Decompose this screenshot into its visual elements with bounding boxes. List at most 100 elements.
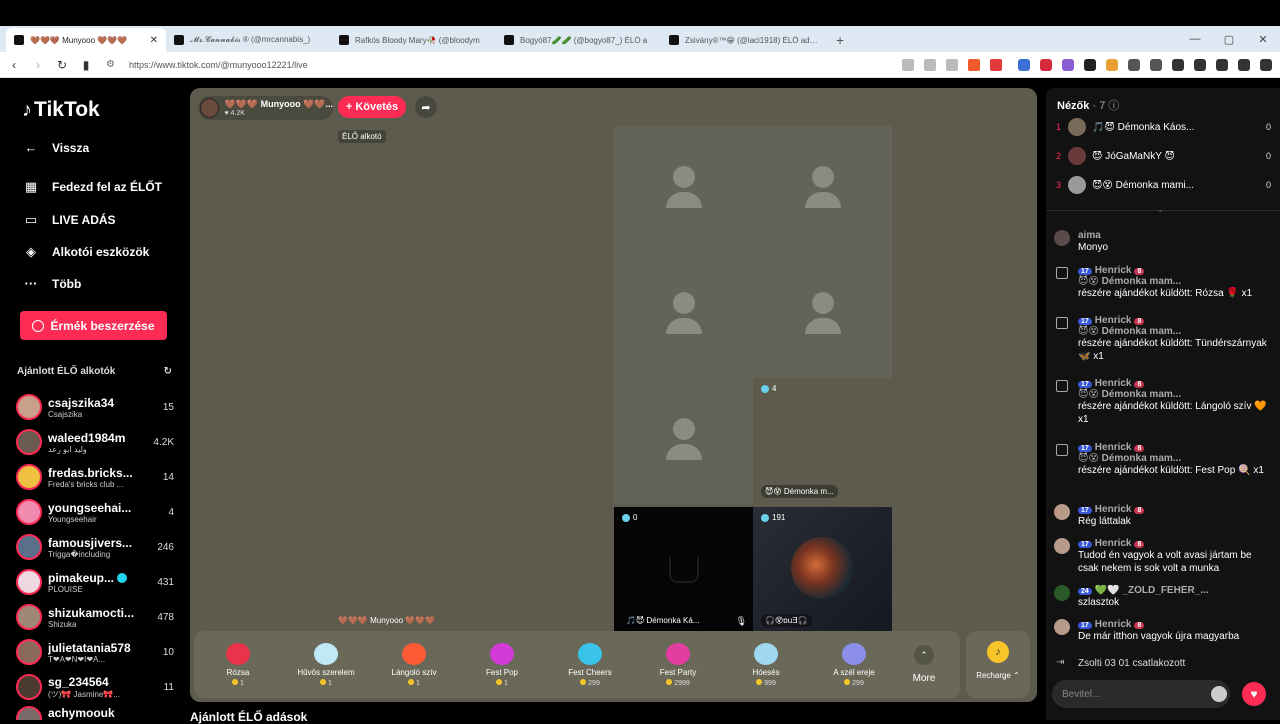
info-icon[interactable]: ⓘ xyxy=(1108,100,1119,112)
close-tab-icon[interactable]: ✕ xyxy=(150,35,158,46)
more-gifts-button[interactable]: ⌃ More xyxy=(898,645,950,684)
browser-tab[interactable]: 𝓜𝓻.𝓒𝓪𝓷𝓷𝓪𝓫𝓲𝓼 ® (@mrcannabis_) xyxy=(166,28,331,52)
creator-item[interactable]: famousjivers... Trigga�including 246 xyxy=(16,531,174,563)
vpn-icon[interactable] xyxy=(1238,59,1250,71)
creator-item[interactable]: waleed1984m وليد ابو رعد 4.2K xyxy=(16,426,174,458)
empty-guest-slot[interactable] xyxy=(614,378,753,504)
empty-guest-slot[interactable] xyxy=(753,252,892,378)
viewer-count: 14 xyxy=(162,471,174,483)
menu-more[interactable]: ··· Több xyxy=(22,276,82,291)
creator-item[interactable]: pimakeup... PLOUISE 431 xyxy=(16,566,174,598)
chat-username[interactable]: aima xyxy=(1078,230,1272,241)
browser-tab[interactable]: Bogyó87🥒🥒 (@bogyo87_) ÉLŐ a xyxy=(496,28,661,52)
gift-item[interactable]: Fest Pop 1 xyxy=(458,642,546,687)
tiktok-logo[interactable]: ♪ TikTok xyxy=(22,98,100,122)
site-settings-icon[interactable]: ⚙ xyxy=(106,59,115,70)
creator-item[interactable]: julietatania578 T❤A❤N❤I❤A... 10 xyxy=(16,636,174,668)
warning-icon[interactable] xyxy=(990,59,1002,71)
chat-username[interactable]: 17 Henrick 8 xyxy=(1078,504,1272,515)
gift-item[interactable]: Fest Party 2999 xyxy=(634,642,722,687)
chevron-down-icon[interactable]: ⌄ xyxy=(1157,205,1164,214)
new-tab-button[interactable]: + xyxy=(826,28,854,52)
gift-item[interactable]: Hűvös szerelem 1 xyxy=(282,642,370,687)
coin-icon xyxy=(408,678,415,685)
logo-text: TikTok xyxy=(34,98,100,121)
menu-go-live[interactable]: ▭ LIVE ADÁS xyxy=(22,212,116,228)
close-window-icon[interactable]: ✕ xyxy=(1246,33,1280,46)
reload-icon[interactable]: ↻ xyxy=(52,58,72,72)
chat-username-text: Henrick xyxy=(1094,442,1132,453)
url-text[interactable]: https://www.tiktok.com/@munyooo12221/liv… xyxy=(129,60,308,70)
chat-username[interactable]: 17 Henrick 8 xyxy=(1078,538,1272,549)
recharge-button[interactable]: ♪ Recharge ⌃ xyxy=(966,631,1030,698)
guest-slot[interactable]: 4 😈😵 Démonka m... xyxy=(753,378,892,504)
creator-item[interactable]: csajszika34 Csajszika 15 xyxy=(16,391,174,423)
wind-power-gift-icon xyxy=(842,642,866,665)
browser-tab-active[interactable]: 🤎🤎🤎 Munyooo 🤎🤎🤎 ✕ xyxy=(6,28,166,52)
music-icon[interactable] xyxy=(1172,59,1184,71)
refresh-icon[interactable]: ↻ xyxy=(164,366,172,377)
chat-username[interactable]: 17 Henrick 8 xyxy=(1078,619,1272,630)
browser-tab[interactable]: Rafkós Bloody Mary🥀 (@bloodym xyxy=(331,28,496,52)
get-coins-button[interactable]: Érmék beszerzése xyxy=(20,311,167,340)
extension-icon[interactable] xyxy=(1128,59,1140,71)
chat-username[interactable]: 17 Henrick 8 xyxy=(1078,442,1272,453)
hls-icon[interactable] xyxy=(1062,59,1074,71)
creator-item[interactable]: youngseehai... Youngseehair 4 xyxy=(16,496,174,528)
extension-icon[interactable] xyxy=(1040,59,1052,71)
share-page-icon[interactable] xyxy=(946,59,958,71)
like-heart-icon[interactable]: ♥ xyxy=(1242,682,1266,706)
bookmark-icon[interactable]: ▮ xyxy=(76,58,96,72)
maximize-icon[interactable]: ▢ xyxy=(1212,33,1246,46)
empty-guest-slot[interactable] xyxy=(753,126,892,252)
extension-icon[interactable] xyxy=(1106,59,1118,71)
chat-username[interactable]: 24 💚🤍 _ZÖLD_FEHÉR_... xyxy=(1078,585,1272,596)
host-avatar[interactable] xyxy=(200,98,220,118)
chat-username[interactable]: 17 Henrick 8 xyxy=(1078,265,1272,276)
viewer-row[interactable]: 3 😈😵 Démonka mami... 0 xyxy=(1056,175,1271,195)
emoji-icon[interactable] xyxy=(1211,686,1227,702)
chat-username-text: Henrick xyxy=(1094,378,1132,389)
shield-icon[interactable] xyxy=(968,59,980,71)
zoom-icon[interactable] xyxy=(924,59,936,71)
gift-item[interactable]: Rózsa 1 xyxy=(194,642,282,687)
live-stream-stage[interactable]: 🤎🤎🤎 Munyooo 🤎🤎... ♥ 4.2K + Követés ➦ ÉLŐ… xyxy=(190,88,1037,702)
viewer-row[interactable]: 1 🎵😈 Démonka Káos... 0 xyxy=(1056,117,1271,137)
minimize-icon[interactable]: — xyxy=(1178,33,1212,45)
no-tracking-icon[interactable] xyxy=(902,59,914,71)
sidebar-icon[interactable] xyxy=(1194,59,1206,71)
forward-arrow-icon[interactable]: › xyxy=(28,58,48,72)
translate-icon[interactable] xyxy=(1018,59,1030,71)
browser-tab[interactable]: Zsivány®™😁 (@laci1918) ÉLŐ adás xyxy=(661,28,826,52)
back-arrow-icon[interactable]: ‹ xyxy=(4,58,24,72)
extension-icon[interactable] xyxy=(1084,59,1096,71)
host-info[interactable]: 🤎🤎🤎 Munyooo 🤎🤎... ♥ 4.2K xyxy=(198,96,333,120)
gift-item[interactable]: A szél ereje 299 xyxy=(810,642,898,687)
chat-username[interactable]: 17 Henrick 8 xyxy=(1078,378,1272,389)
empty-guest-slot[interactable] xyxy=(614,126,753,252)
chat-input[interactable]: Bevitel... xyxy=(1052,680,1230,708)
chat-text: részére ajándékot küldött: Rózsa 🌹 x1 xyxy=(1078,288,1253,299)
gift-item[interactable]: Lángoló szív 1 xyxy=(370,642,458,687)
chat-username[interactable]: 17 Henrick 8 xyxy=(1078,315,1272,326)
guest-slot[interactable]: 191 🎧😵ɒuƎ🎧 xyxy=(753,507,892,633)
more-icon: ··· xyxy=(24,276,38,291)
back-button[interactable]: ← Vissza xyxy=(22,140,90,155)
viewer-row[interactable]: 2 😈 JóGaMaNkY 😈 0 xyxy=(1056,146,1271,166)
join-text: Zsolti 03 01 csatlakozott xyxy=(1078,658,1186,669)
follow-button[interactable]: + Követés xyxy=(338,96,406,118)
share-icon[interactable]: ➦ xyxy=(415,96,437,118)
creator-item[interactable]: fredas.bricks... Freda's bricks club ... … xyxy=(16,461,174,493)
menu-creator-tools[interactable]: ◈ Alkotói eszközök xyxy=(22,244,149,260)
gift-item[interactable]: Hóesés 999 xyxy=(722,642,810,687)
puzzle-icon[interactable] xyxy=(1150,59,1162,71)
empty-guest-slot[interactable] xyxy=(614,252,753,378)
gift-item[interactable]: Fest Cheers 299 xyxy=(546,642,634,687)
guest-slot[interactable]: 0 🎵😈 Démonka Ká... 🎙 xyxy=(614,507,753,633)
creator-item[interactable]: achymoouk xyxy=(16,706,174,720)
menu-icon[interactable] xyxy=(1260,59,1272,71)
creator-item[interactable]: shizukamocti... Shizuka 478 xyxy=(16,601,174,633)
wallet-icon[interactable] xyxy=(1216,59,1228,71)
creator-item[interactable]: sg_234564 (ツ)🎀 Jasmine🎀... 11 xyxy=(16,671,174,703)
menu-explore-live[interactable]: ▦ Fedezd fel az ÉLŐT xyxy=(22,179,162,195)
